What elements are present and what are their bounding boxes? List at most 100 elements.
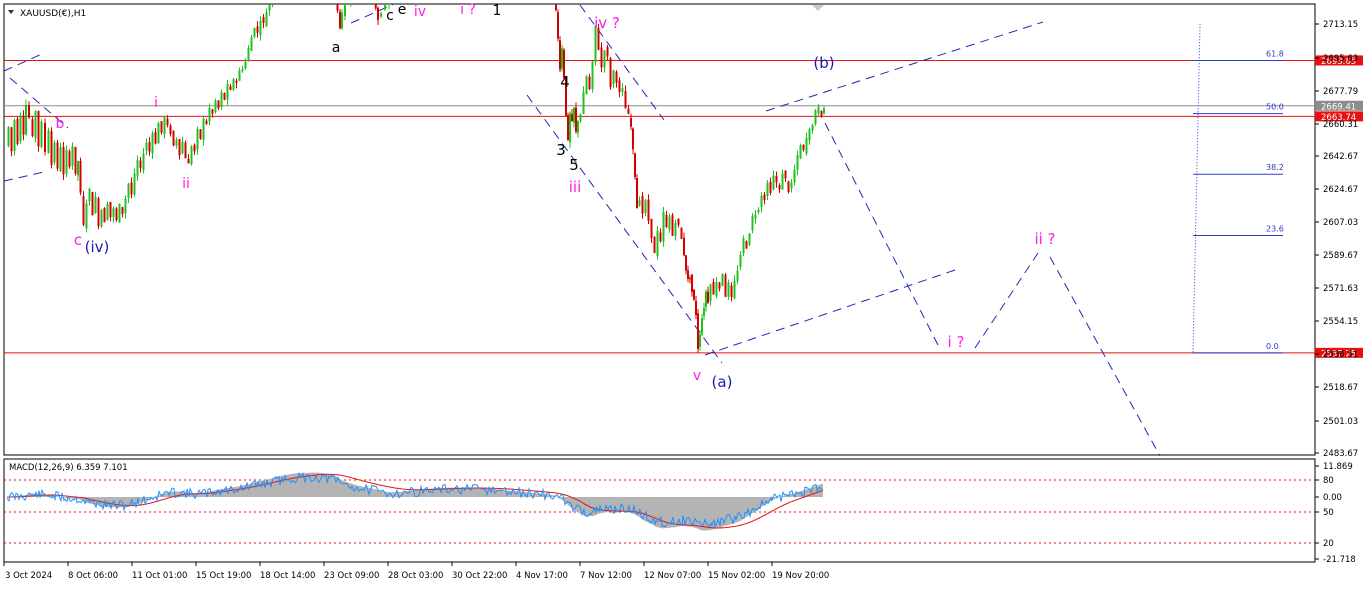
candle-down [559,40,561,69]
candle-down [601,47,603,67]
candle-down [725,275,727,297]
candle-up [125,199,127,214]
candle-down [821,111,823,118]
wave-label: 3 [556,141,566,159]
candle-down [731,286,733,298]
candle-up [134,174,136,195]
candle-up [703,308,705,316]
candle-down [660,232,662,241]
candle-down [110,202,112,217]
candle-down [161,121,163,132]
candle-up [14,120,16,151]
candle-up [251,37,253,50]
candle-up [622,88,624,92]
x-tick-label: 28 Oct 03:00 [388,571,443,581]
candle-up [705,291,707,307]
candle-down [619,80,621,91]
candle-down [632,129,634,150]
candle-down [75,147,77,174]
candle-up [60,147,62,171]
candle-up [740,255,742,267]
wave-label: v [693,368,701,384]
macd-y-tick-label: 11.869 [1323,462,1353,472]
fib-level-label: 61.8 [1266,49,1284,58]
candle-up [580,115,582,121]
y-tick-label: 2607.03 [1323,218,1358,228]
candle-up [89,189,91,201]
candle-down [654,237,656,253]
candle-down [149,142,151,152]
candle-down [666,215,668,227]
wave-label: c [74,231,82,249]
candle-up [806,138,808,154]
y-tick-label: 2713.15 [1323,20,1358,30]
candle-up [569,113,571,142]
candle-up [209,108,211,122]
candle-up [710,285,712,301]
candle-up [604,51,606,68]
candle-up [800,145,802,158]
candle-down [98,198,100,226]
candle-up [41,122,43,147]
y-tick-label: 2660.31 [1323,120,1358,130]
candle-down [339,12,341,28]
candle-down [206,121,208,124]
candle-down [51,131,53,165]
candle-down [44,123,46,152]
candle-up [107,204,109,220]
candle-up [95,197,97,213]
candle-down [377,8,379,20]
candle-down [683,238,685,256]
candle-up [176,139,178,145]
y-tick-label: 2642.67 [1323,152,1358,162]
macd-y-tick-label: 20 [1323,539,1334,549]
candle-down [17,119,19,144]
candle-down [263,17,265,23]
candle-up [164,117,166,134]
candle-down [28,105,30,117]
wave-label: iv ? [594,14,620,32]
candle-up [737,270,739,281]
candle-down [691,274,693,291]
candle-up [239,70,241,80]
candle-down [194,145,196,152]
candle-down [697,313,699,348]
candle-up [158,123,160,143]
y-tick-label: 2677.79 [1323,87,1358,97]
candle-up [755,215,757,219]
candle-up [248,48,250,61]
candle-down [788,181,790,192]
wave-label: c [386,8,394,24]
y-tick-label: 2501.03 [1323,417,1358,427]
wave-label: (iv) [85,238,110,256]
price-chart[interactable]: 2693.652669.412663.742537.25 61.850.038.… [0,0,1366,588]
candle-down [634,153,636,177]
candle-up [8,127,10,146]
candle-up [113,208,115,217]
candle-up [182,142,184,154]
candle-up [101,210,103,226]
wave-label: i ? [948,333,965,351]
candle-up [716,282,718,297]
candle-down [11,127,13,151]
candle-down [770,182,772,193]
fib-level-label: 23.6 [1266,225,1284,234]
x-tick-label: 30 Oct 22:00 [452,571,507,581]
y-tick-label: 2536.51 [1323,350,1358,360]
candle-up [818,107,820,114]
candle-up [728,282,730,296]
candle-up [794,170,796,183]
candle-up [586,76,588,93]
candle-down [170,126,172,135]
candle-down [695,301,697,315]
candle-up [645,200,647,213]
candle-down [131,182,133,194]
candle-down [155,132,157,144]
x-tick-label: 15 Oct 19:00 [196,571,251,581]
candle-down [776,176,778,183]
candle-up [669,216,671,229]
candle-up [66,150,68,174]
candle-up [749,234,751,245]
candle-down [630,118,632,127]
x-tick-label: 3 Oct 2024 [5,571,52,581]
